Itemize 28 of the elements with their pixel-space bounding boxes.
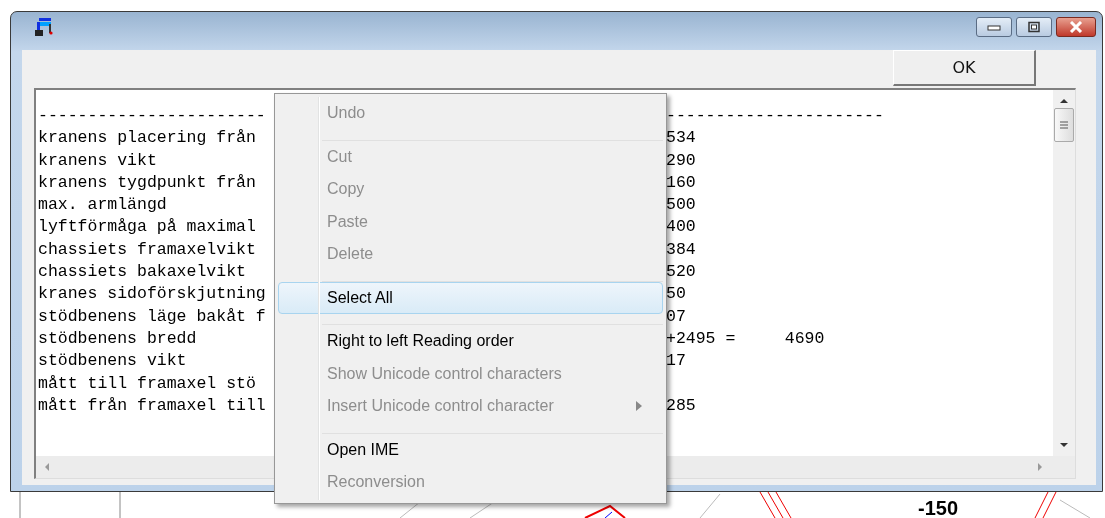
text-line: kranens placering från — [38, 127, 257, 150]
text-line: 07 — [666, 305, 686, 328]
text-line: 534 — [666, 127, 696, 150]
text-line: lyftförmåga på maximal — [38, 216, 257, 239]
text-line: 384 — [666, 238, 696, 261]
text-line: 500 — [666, 194, 696, 217]
text-line: chassiets framaxelvikt — [38, 238, 257, 261]
text-line: 290 — [666, 149, 696, 172]
text-line: ----------------------- — [38, 105, 267, 127]
text-line: stödbenens läge bakåt f — [38, 305, 267, 328]
text-line: kranens vikt — [38, 149, 158, 172]
axis-label: -150 — [918, 498, 959, 518]
text-line: mått till framaxel stö — [38, 372, 257, 395]
text-line: chassiets bakaxelvikt — [38, 261, 247, 284]
text-line: stödbenens vikt — [38, 350, 188, 373]
text-line: mått från framaxel till — [38, 394, 267, 417]
text-line: 520 — [666, 261, 696, 284]
text-line: ---------------------- — [666, 105, 884, 127]
text-line: stödbenens bredd — [38, 327, 198, 350]
text-line: kranes sidoförskjutning — [38, 283, 267, 306]
text-line: 17 — [666, 350, 686, 373]
text-line: max. armlängd — [38, 194, 168, 217]
text-line: 400 — [666, 216, 696, 239]
text-line: +2495 = 4690 — [666, 327, 825, 350]
text-line: kranens tygdpunkt från — [38, 171, 257, 194]
text-line: 160 — [666, 171, 696, 194]
text-line: 50 — [666, 283, 686, 306]
text-line: 285 — [666, 394, 696, 417]
